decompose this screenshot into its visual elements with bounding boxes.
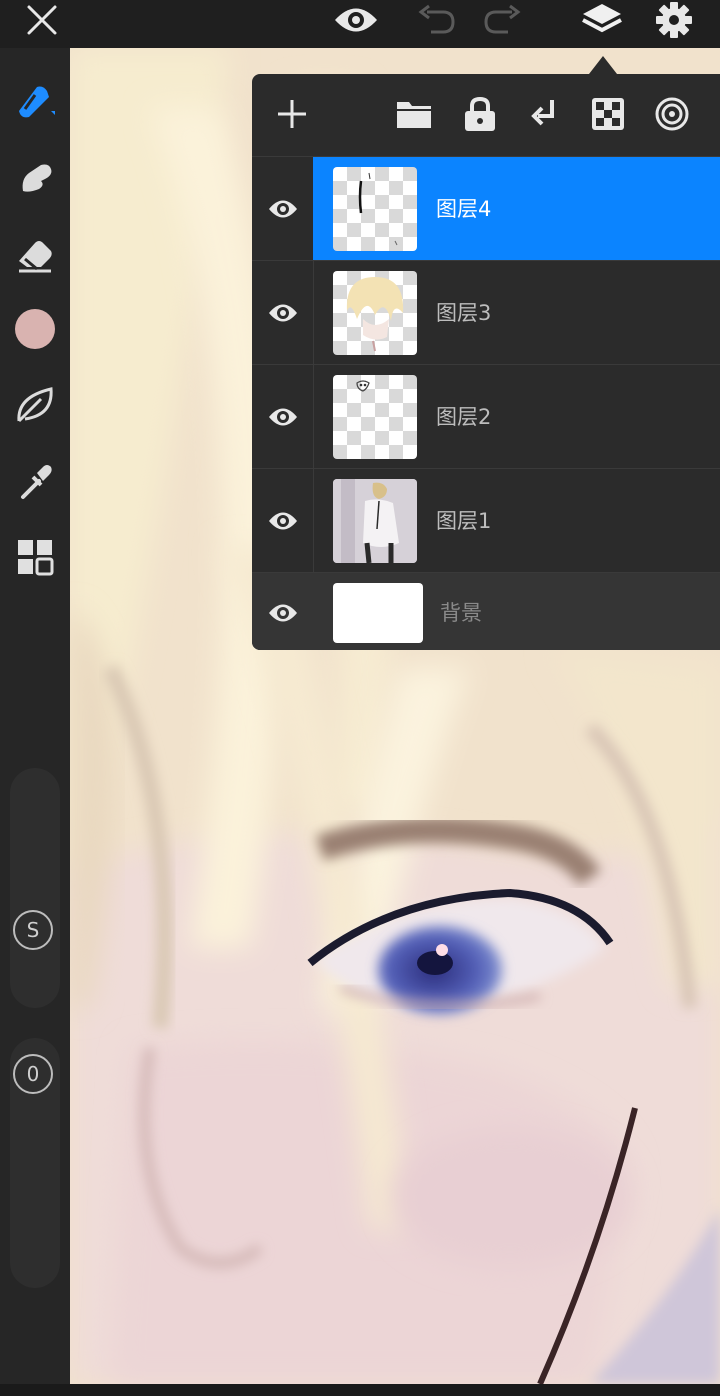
layer-thumbnail xyxy=(333,271,417,355)
merge-down-icon[interactable] xyxy=(522,92,566,136)
lock-icon[interactable] xyxy=(458,92,502,136)
eyedropper-icon[interactable] xyxy=(10,456,60,506)
layers-panel: 图层4 图层3 图层2 图层1 背景 xyxy=(252,74,720,650)
visibility-eye-icon[interactable] xyxy=(258,573,308,650)
layer-thumbnail xyxy=(333,479,417,563)
grid-menu-icon[interactable] xyxy=(10,532,60,582)
visibility-eye-icon[interactable] xyxy=(258,261,308,365)
layer-thumbnail xyxy=(333,167,417,251)
color-swatch[interactable] xyxy=(10,304,60,354)
size-button[interactable]: S xyxy=(13,910,53,950)
layer-name: 图层2 xyxy=(436,405,492,429)
visibility-eye-icon[interactable] xyxy=(258,469,308,573)
left-toolbar: S 0 xyxy=(0,48,70,1396)
panel-caret xyxy=(589,56,617,74)
settings-gear-icon[interactable] xyxy=(650,0,698,40)
size-button-label: S xyxy=(26,918,40,942)
layers-panel-header xyxy=(252,74,720,156)
undo-icon[interactable] xyxy=(413,0,461,40)
clip-mask-icon[interactable] xyxy=(650,92,694,136)
redo-icon[interactable] xyxy=(478,0,526,40)
opacity-button-label: 0 xyxy=(26,1062,40,1086)
top-toolbar xyxy=(0,0,720,48)
close-icon[interactable] xyxy=(18,0,66,40)
leaf-brush-icon[interactable] xyxy=(10,380,60,430)
opacity-button[interactable]: 0 xyxy=(13,1054,53,1094)
background-color-thumbnail[interactable] xyxy=(333,583,423,643)
eye-icon[interactable] xyxy=(332,0,380,40)
bottom-bar xyxy=(0,1384,720,1396)
layer-name: 图层4 xyxy=(436,197,492,221)
visibility-eye-icon[interactable] xyxy=(258,157,308,261)
layer-row[interactable]: 图层4 xyxy=(252,156,720,261)
layer-row[interactable]: 图层2 xyxy=(252,364,720,469)
layer-name: 背景 xyxy=(440,601,482,625)
layer-thumbnail xyxy=(333,375,417,459)
smudge-tool-icon[interactable] xyxy=(10,154,60,204)
pen-tool-icon[interactable] xyxy=(10,76,60,126)
eraser-tool-icon[interactable] xyxy=(10,230,60,280)
folder-icon[interactable] xyxy=(392,92,436,136)
visibility-eye-icon[interactable] xyxy=(258,365,308,469)
layer-name: 图层3 xyxy=(436,301,492,325)
layers-icon[interactable] xyxy=(578,0,626,40)
layer-name: 图层1 xyxy=(436,509,492,533)
background-layer-row[interactable]: 背景 xyxy=(252,572,720,650)
checker-transparency-icon[interactable] xyxy=(586,92,630,136)
brush-size-slider[interactable] xyxy=(10,768,60,1008)
add-layer-icon[interactable] xyxy=(270,92,314,136)
layer-row[interactable]: 图层1 xyxy=(252,468,720,573)
layer-row[interactable]: 图层3 xyxy=(252,260,720,365)
